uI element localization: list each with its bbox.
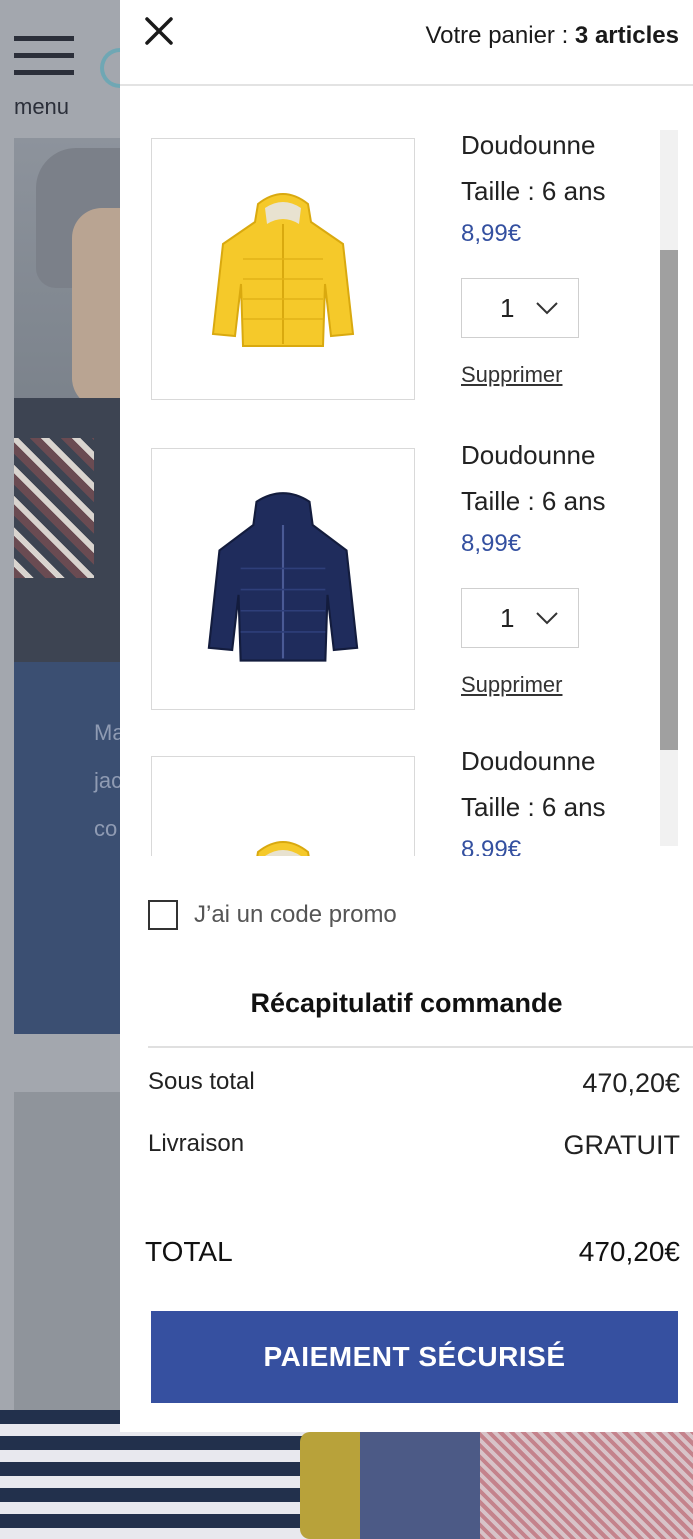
promo-text-block: Ma jac co (14, 662, 125, 1034)
quantity-value: 1 (500, 602, 515, 633)
subtotal-row: Sous total 470,20€ (148, 1068, 680, 1099)
remove-item-link[interactable]: Supprimer (461, 362, 562, 388)
product-name[interactable]: Doudounne (461, 738, 606, 784)
menu-label: menu (14, 94, 70, 119)
product-image[interactable] (151, 756, 415, 856)
hero-text-line: jac (94, 768, 123, 793)
cart-header: Votre panier : 3 articles (120, 0, 693, 86)
quantity-value: 1 (500, 292, 515, 323)
subtotal-value: 470,20€ (582, 1068, 680, 1098)
order-summary-title: Récapitulatif commande (250, 988, 563, 1018)
promo-code-checkbox[interactable] (148, 900, 178, 930)
product-size: Taille : 6 ans (461, 792, 606, 822)
total-value: 470,20€ (578, 1236, 680, 1267)
secure-payment-button[interactable]: PAIEMENT SÉCURISÉ (151, 1311, 678, 1403)
subtotal-label: Sous total (148, 1068, 255, 1095)
cart-items-list: Doudounne Taille : 6 ans 8,99€ 1 Supprim… (120, 118, 693, 856)
divider (148, 1046, 693, 1048)
quantity-select[interactable]: 1 (461, 588, 579, 648)
cart-title: Votre panier : 3 articles (425, 22, 679, 49)
cart-count: 3 articles (574, 22, 679, 49)
product-size: Taille : 6 ans (461, 176, 606, 206)
hamburger-menu-icon (14, 36, 74, 90)
product-size: Taille : 6 ans (461, 486, 606, 516)
product-price: 8,99€ (461, 220, 522, 247)
chevron-down-icon (536, 612, 558, 625)
quantity-select[interactable]: 1 (461, 278, 579, 338)
cart-item: Doudounne Taille : 6 ans 8,99€ (120, 738, 660, 856)
product-name[interactable]: Doudounne (461, 432, 606, 478)
close-icon[interactable] (142, 16, 176, 50)
shipping-label: Livraison (148, 1130, 245, 1157)
product-name[interactable]: Doudounne (461, 122, 606, 168)
promo-code-toggle[interactable]: J’ai un code promo (148, 900, 397, 930)
jacket-icon (211, 193, 355, 347)
cart-drawer: Votre panier : 3 articles Doudounne Tail… (120, 0, 693, 1432)
shipping-row: Livraison GRATUIT (148, 1130, 680, 1161)
shipping-value: GRATUIT (563, 1130, 681, 1160)
product-price: 8,99€ (461, 530, 522, 557)
promo-code-label[interactable]: J’ai un code promo (194, 901, 397, 929)
cart-item: Doudounne Taille : 6 ans 8,99€ 1 Supprim… (120, 118, 660, 418)
product-price: 8,99€ (461, 836, 522, 856)
cart-item: Doudounne Taille : 6 ans 8,99€ 1 Supprim… (120, 428, 660, 728)
remove-item-link[interactable]: Supprimer (461, 672, 562, 698)
hero-text-line: co (94, 816, 118, 841)
total-label: TOTAL (145, 1236, 233, 1267)
chevron-down-icon (536, 302, 558, 315)
page: menu Ma jac co Votre panier : 3 articles (0, 0, 693, 1539)
product-image[interactable] (151, 138, 415, 400)
jacket-icon (256, 841, 310, 856)
total-row: TOTAL 470,20€ (145, 1236, 680, 1268)
product-image[interactable] (151, 448, 415, 710)
jacket-icon (207, 492, 359, 662)
hero-image (14, 138, 120, 662)
